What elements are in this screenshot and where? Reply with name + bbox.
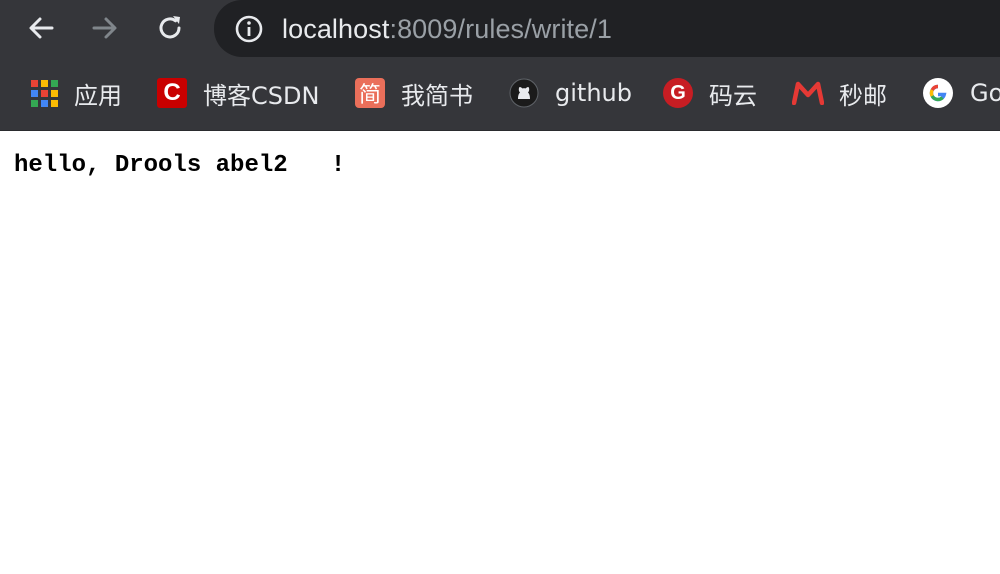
- info-icon[interactable]: [234, 14, 264, 44]
- bookmark-label: 码云: [709, 81, 757, 110]
- csdn-icon-glyph: C: [157, 78, 187, 108]
- github-icon: [508, 77, 540, 109]
- bookmark-label: 博客CSDN: [203, 81, 320, 110]
- bookmark-github[interactable]: github: [508, 73, 632, 113]
- page-message: hello, Drools abel2 !: [14, 152, 346, 179]
- address-bar[interactable]: localhost:8009/rules/write/1: [214, 0, 1000, 57]
- jianshu-icon: 简: [354, 77, 386, 109]
- gitee-icon-glyph: G: [663, 78, 693, 108]
- bookmark-miaoyou[interactable]: 秒邮: [792, 73, 887, 113]
- browser-toolbar: localhost:8009/rules/write/1: [0, 0, 1000, 57]
- bookmark-label: github: [555, 79, 632, 107]
- url-path: :8009/rules/write/1: [389, 14, 612, 44]
- url-text[interactable]: localhost:8009/rules/write/1: [282, 12, 612, 46]
- miaoyou-icon: [792, 77, 824, 109]
- arrow-left-icon: [29, 17, 54, 39]
- jianshu-icon-glyph: 简: [355, 78, 385, 108]
- back-button[interactable]: [20, 8, 62, 48]
- csdn-icon: C: [156, 77, 188, 109]
- arrow-right-icon: [92, 17, 117, 39]
- url-host: localhost: [282, 14, 390, 44]
- bookmark-apps[interactable]: 应用: [28, 73, 122, 113]
- bookmark-google[interactable]: Go: [922, 73, 1000, 113]
- reload-icon: [159, 16, 181, 39]
- bookmark-label: 应用: [74, 81, 122, 110]
- bookmark-label: 秒邮: [839, 81, 887, 110]
- forward-button[interactable]: [84, 8, 126, 48]
- page-content: hello, Drools abel2 !: [0, 131, 1000, 574]
- google-icon: [922, 77, 954, 109]
- bookmark-jianshu[interactable]: 简 我简书: [354, 73, 473, 113]
- reload-button[interactable]: [149, 8, 191, 48]
- gitee-icon: G: [662, 77, 694, 109]
- bookmark-gitee[interactable]: G 码云: [662, 73, 757, 113]
- apps-grid-icon: [28, 77, 60, 109]
- bookmarks-bar: 应用 C 博客CSDN 简 我简书 github G 码云 秒邮 Go: [0, 57, 1000, 131]
- bookmark-label: Go: [970, 79, 1000, 107]
- bookmark-csdn[interactable]: C 博客CSDN: [156, 73, 319, 113]
- bookmark-label: 我简书: [401, 81, 473, 110]
